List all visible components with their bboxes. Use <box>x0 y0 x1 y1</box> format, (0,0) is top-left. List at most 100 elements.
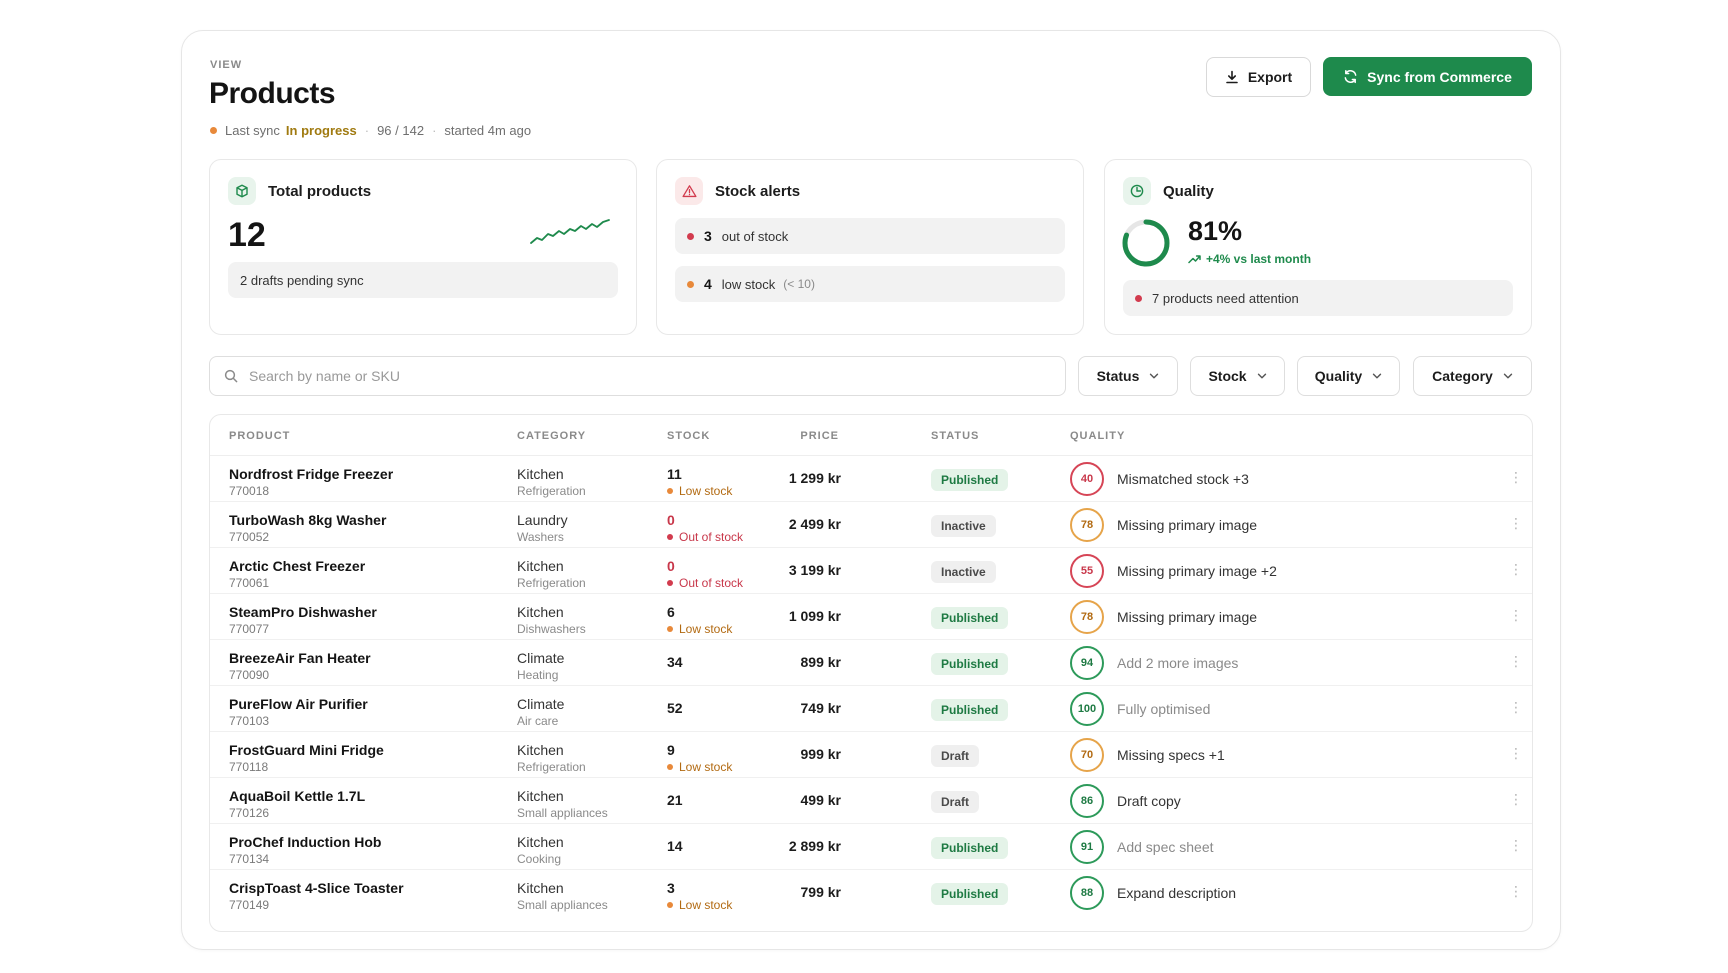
stock-note: Low stock <box>667 898 732 912</box>
total-products-title: Total products <box>268 182 372 200</box>
product-sku: 770061 <box>229 576 270 590</box>
status-badge: Published <box>931 699 1009 721</box>
table-row[interactable]: PureFlow Air Purifier 770103 Climate Air… <box>210 686 1532 732</box>
product-category: Laundry <box>517 512 568 528</box>
stock-note-dot <box>667 902 673 908</box>
status-badge: Published <box>931 607 1009 629</box>
column-header-category[interactable]: CATEGORY <box>517 430 586 442</box>
column-header-status[interactable]: STATUS <box>931 430 979 442</box>
stock-note-text: Out of stock <box>679 530 744 544</box>
refresh-icon <box>1344 69 1357 84</box>
sync-label: Last sync <box>225 123 280 138</box>
stock-alerts-card: Stock alerts 3 out of stock 4 low stock … <box>656 159 1084 335</box>
row-menu-kebab-icon[interactable]: ⋮ <box>1509 746 1523 760</box>
product-price: 2 499 kr <box>788 516 841 532</box>
table-row[interactable]: ProChef Induction Hob 770134 Kitchen Coo… <box>210 824 1532 870</box>
search-icon <box>224 369 238 383</box>
product-price: 999 kr <box>800 746 841 762</box>
status-badge: Published <box>931 653 1009 675</box>
download-icon <box>1226 70 1238 84</box>
row-menu-kebab-icon[interactable]: ⋮ <box>1509 792 1523 806</box>
product-category: Climate <box>517 696 565 712</box>
quality-score: 40 <box>1070 462 1104 496</box>
attention-note[interactable]: 7 products need attention <box>1123 280 1513 316</box>
row-menu-kebab-icon[interactable]: ⋮ <box>1509 470 1523 484</box>
column-header-quality[interactable]: QUALITY <box>1070 430 1125 442</box>
row-menu-kebab-icon[interactable]: ⋮ <box>1509 838 1523 852</box>
table-row[interactable]: FrostGuard Mini Fridge 770118 Kitchen Re… <box>210 732 1532 778</box>
stock-note-dot <box>667 626 673 632</box>
product-name[interactable]: SteamPro Dishwasher <box>229 604 377 620</box>
row-menu-kebab-icon[interactable]: ⋮ <box>1509 884 1523 898</box>
table-row[interactable]: Arctic Chest Freezer 770061 Kitchen Refr… <box>210 548 1532 594</box>
quality-note: Add 2 more images <box>1117 655 1239 671</box>
product-name[interactable]: BreezeAir Fan Heater <box>229 650 371 666</box>
row-menu-kebab-icon[interactable]: ⋮ <box>1509 516 1523 530</box>
attention-dot <box>1135 294 1142 302</box>
row-menu-kebab-icon[interactable]: ⋮ <box>1509 700 1523 714</box>
quality-note: Fully optimised <box>1117 701 1211 717</box>
row-menu-kebab-icon[interactable]: ⋮ <box>1509 608 1523 622</box>
chevron-down-icon <box>1150 373 1159 379</box>
quality-percentage: 81% <box>1188 216 1243 246</box>
search-input[interactable]: Search by name or SKU <box>209 356 1066 396</box>
out-of-stock-label: out of stock <box>721 228 789 244</box>
product-price: 749 kr <box>800 700 841 716</box>
product-price: 899 kr <box>800 654 841 670</box>
low-stock-threshold: (< 10) <box>783 277 815 291</box>
export-button[interactable]: Export <box>1206 57 1311 97</box>
stock-filter[interactable]: Stock <box>1190 356 1285 396</box>
product-sku: 770149 <box>229 898 270 912</box>
quality-score: 78 <box>1070 600 1104 634</box>
table-row[interactable]: CrispToast 4-Slice Toaster 770149 Kitche… <box>210 870 1532 916</box>
product-subcategory: Refrigeration <box>517 576 586 590</box>
status-filter[interactable]: Status <box>1078 356 1178 396</box>
sync-from-commerce-button[interactable]: Sync from Commerce <box>1323 57 1532 96</box>
product-subcategory: Refrigeration <box>517 760 586 774</box>
separator-dot: · <box>364 123 370 138</box>
row-menu-kebab-icon[interactable]: ⋮ <box>1509 562 1523 576</box>
product-price: 2 899 kr <box>788 838 841 854</box>
product-name[interactable]: ProChef Induction Hob <box>229 834 381 850</box>
product-name[interactable]: Nordfrost Fridge Freezer <box>229 466 393 482</box>
quality-note: Draft copy <box>1117 793 1181 809</box>
trend-up-icon <box>1188 255 1201 264</box>
product-name[interactable]: TurboWash 8kg Washer <box>229 512 386 528</box>
stock-alerts-header: Stock alerts <box>675 177 800 205</box>
stock-note-text: Low stock <box>679 622 733 636</box>
sync-button-label: Sync from Commerce <box>1367 68 1512 85</box>
quality-note: Missing primary image <box>1117 609 1258 625</box>
product-name[interactable]: PureFlow Air Purifier <box>229 696 368 712</box>
cube-icon <box>228 177 256 205</box>
stock-note-dot <box>667 580 673 586</box>
column-header-product[interactable]: PRODUCT <box>229 430 290 442</box>
product-name[interactable]: AquaBoil Kettle 1.7L <box>229 788 365 804</box>
quality-score: 100 <box>1070 692 1104 726</box>
column-header-price[interactable]: PRICE <box>800 430 839 442</box>
product-category: Kitchen <box>517 880 564 896</box>
search-placeholder: Search by name or SKU <box>249 368 400 384</box>
quality-score: 86 <box>1070 784 1104 818</box>
column-header-stock[interactable]: STOCK <box>667 430 710 442</box>
stock-note-dot <box>667 764 673 770</box>
table-row[interactable]: SteamPro Dishwasher 770077 Kitchen Dishw… <box>210 594 1532 640</box>
row-menu-kebab-icon[interactable]: ⋮ <box>1509 654 1523 668</box>
low-stock-alert[interactable]: 4 low stock (< 10) <box>675 266 1065 302</box>
quality-filter[interactable]: Quality <box>1297 356 1400 396</box>
sync-status: Last sync In progress · 96 / 142 · start… <box>210 123 531 138</box>
product-name[interactable]: Arctic Chest Freezer <box>229 558 365 574</box>
stock-count: 0 <box>667 512 675 528</box>
table-row[interactable]: AquaBoil Kettle 1.7L 770126 Kitchen Smal… <box>210 778 1532 824</box>
table-row[interactable]: Nordfrost Fridge Freezer 770018 Kitchen … <box>210 456 1532 502</box>
table-row[interactable]: BreezeAir Fan Heater 770090 Climate Heat… <box>210 640 1532 686</box>
product-name[interactable]: FrostGuard Mini Fridge <box>229 742 384 758</box>
out-of-stock-dot <box>687 232 694 240</box>
out-of-stock-alert[interactable]: 3 out of stock <box>675 218 1065 254</box>
stock-note-text: Low stock <box>679 898 733 912</box>
product-sku: 770134 <box>229 852 270 866</box>
product-price: 499 kr <box>800 792 841 808</box>
product-name[interactable]: CrispToast 4-Slice Toaster <box>229 880 404 896</box>
category-filter[interactable]: Category <box>1413 356 1532 396</box>
table-row[interactable]: TurboWash 8kg Washer 770052 Laundry Wash… <box>210 502 1532 548</box>
stock-filter-label: Stock <box>1208 368 1247 384</box>
